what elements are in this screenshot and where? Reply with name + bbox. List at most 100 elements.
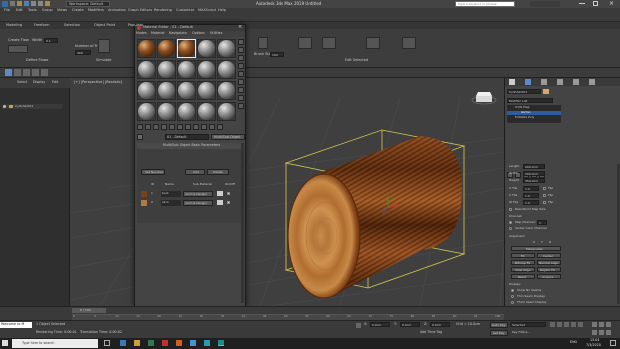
make-unique-icon[interactable] [169,124,175,130]
sample-slot[interactable] [217,60,236,79]
hierarchy-tab-icon[interactable] [541,79,547,85]
reset-button[interactable]: Reset [511,274,535,279]
project-folder-icon[interactable] [45,1,50,6]
show-end-result-icon[interactable] [201,124,207,130]
param-u-tile-input[interactable]: 1.0 [523,186,539,191]
acquire-button[interactable]: Acquire [537,274,561,279]
me-menu-utilities[interactable]: Utilities [210,31,222,35]
col-sub-header[interactable]: Sub-Material [193,183,212,186]
set-key-button[interactable]: Set Key [490,330,508,336]
close-window-icon[interactable]: × [607,0,616,8]
time-slider[interactable]: 0 / 100 [72,308,106,313]
save-file-icon[interactable] [24,1,29,6]
add-button[interactable]: Add [185,169,205,175]
get-material-icon[interactable] [137,124,143,130]
col-name-header[interactable]: Name [165,183,174,186]
bitmap-fit-button[interactable]: Bitmap Fit [511,260,535,265]
menu-file[interactable]: File [4,8,10,13]
real-world-map-size-checkbox[interactable] [509,208,512,211]
sample-slot[interactable] [217,102,236,121]
window-crossing-icon[interactable] [32,69,39,76]
sample-slot[interactable] [177,60,196,79]
menu-graph-editors[interactable]: Graph Editors [128,8,152,13]
help-search-input[interactable]: Type a keyword or phrase [455,1,515,7]
param-v-tile-input[interactable]: 1.0 [523,193,539,198]
clock-time[interactable]: 15:04 [590,338,600,342]
menu-help[interactable]: Help [218,8,226,13]
menu-maxscript[interactable]: MAXScript [198,8,216,13]
go-to-start-icon[interactable] [550,322,555,327]
scene-tab-display[interactable]: Display [33,80,45,84]
wood-log[interactable] [287,136,462,299]
scene-tab-edit[interactable]: Edit [52,80,58,84]
sub-2-material-button[interactable]: (Arch & Design) [183,200,213,206]
sub-2-color-swatch[interactable] [217,200,223,205]
stack-item-uvw[interactable]: UVW Map [507,106,561,110]
sample-slot[interactable] [137,102,156,121]
key-mode-dropdown[interactable]: Selected [510,322,546,327]
object-color-swatch[interactable] [543,89,549,94]
delete-button[interactable]: Delete [207,169,229,175]
v-flip-checkbox[interactable] [543,194,546,197]
pan-icon[interactable] [599,330,604,335]
lock-selection-icon[interactable] [356,323,361,328]
material-type-button[interactable]: Multi/Sub-Object [211,134,245,140]
taskbar-search-input[interactable]: Type here to search [12,339,98,348]
modify-tab-icon[interactable] [525,79,531,85]
vertex-color-radio[interactable] [509,227,512,230]
sample-slot[interactable] [157,102,176,121]
backlight-icon[interactable] [238,47,244,53]
taskbar-app-icon[interactable] [204,340,210,346]
show-map-in-viewport-icon[interactable] [193,124,199,130]
stack-item-simulate[interactable]: Editable Poly [507,116,561,120]
menu-customize[interactable]: Customize [176,8,194,13]
map-channel-input[interactable]: 1 [537,220,547,225]
menu-group[interactable]: Group [42,8,53,13]
taskbar-app-icon[interactable] [120,340,126,346]
zoom-extents-icon[interactable] [606,322,611,327]
select-region-icon[interactable] [23,69,30,76]
manipulate-button[interactable]: Manipulate [511,246,561,251]
put-to-scene-icon[interactable] [145,124,151,130]
edit-tool-1-button[interactable] [298,37,312,49]
taskbar-app-icon[interactable] [134,340,140,346]
edit-tool-3-button[interactable] [366,37,380,49]
sample-type-icon[interactable] [238,39,244,45]
add-time-tag-button[interactable]: Add Time Tag [420,330,442,334]
object-name-input[interactable]: Cylinder001 [507,89,541,94]
brush-size-input[interactable]: 100 [270,52,284,57]
notifications-icon[interactable] [610,340,616,346]
ribbon-tab-modeling[interactable]: Modeling [6,23,22,28]
sample-slot[interactable] [137,81,156,100]
ribbon-tab-freeform[interactable]: Freeform [34,23,50,28]
sample-slot[interactable] [217,39,236,58]
create-tab-icon[interactable] [509,79,515,85]
view-align-button[interactable]: View Align [511,267,535,272]
normal-align-button[interactable]: Normal Align [537,260,561,265]
zoom-all-icon[interactable] [599,322,604,327]
timeline[interactable]: 0 / 100 0 5 10 15 20 25 30 35 40 45 50 55 60 65 70 75 80… [0,306,620,320]
axis-x-label[interactable]: X [533,241,535,244]
taskbar-app-icon[interactable] [162,340,168,346]
video-color-check-icon[interactable] [238,71,244,77]
z-coord-input[interactable]: 0.0cm [430,322,450,327]
display-tab-icon[interactable] [573,79,579,85]
menu-tools[interactable]: Tools [28,8,37,13]
edit-tool-4-button[interactable] [402,37,416,49]
material-name-input[interactable]: 01 - Default [165,134,209,140]
region-fit-button[interactable]: Region Fit [537,267,561,272]
windows-start-icon[interactable] [2,340,8,346]
me-menu-options[interactable]: Options [192,31,205,35]
options-icon[interactable] [238,87,244,93]
sub-1-enabled-checkbox[interactable] [227,192,230,195]
param-length-input[interactable]: 200.0cm [523,164,545,169]
background-icon[interactable] [238,55,244,61]
scene-item-cylinder[interactable]: Cylinder001 [2,104,62,109]
clock-date[interactable]: 7/5/2020 [586,343,601,347]
sub-1-color-swatch[interactable] [217,191,223,196]
col-id-header[interactable]: ID [151,183,154,186]
scene-tab-select[interactable]: Select [17,80,27,84]
put-to-library-icon[interactable] [177,124,183,130]
sample-slot-selected[interactable] [177,39,196,58]
me-menu-modes[interactable]: Modes [136,31,147,35]
